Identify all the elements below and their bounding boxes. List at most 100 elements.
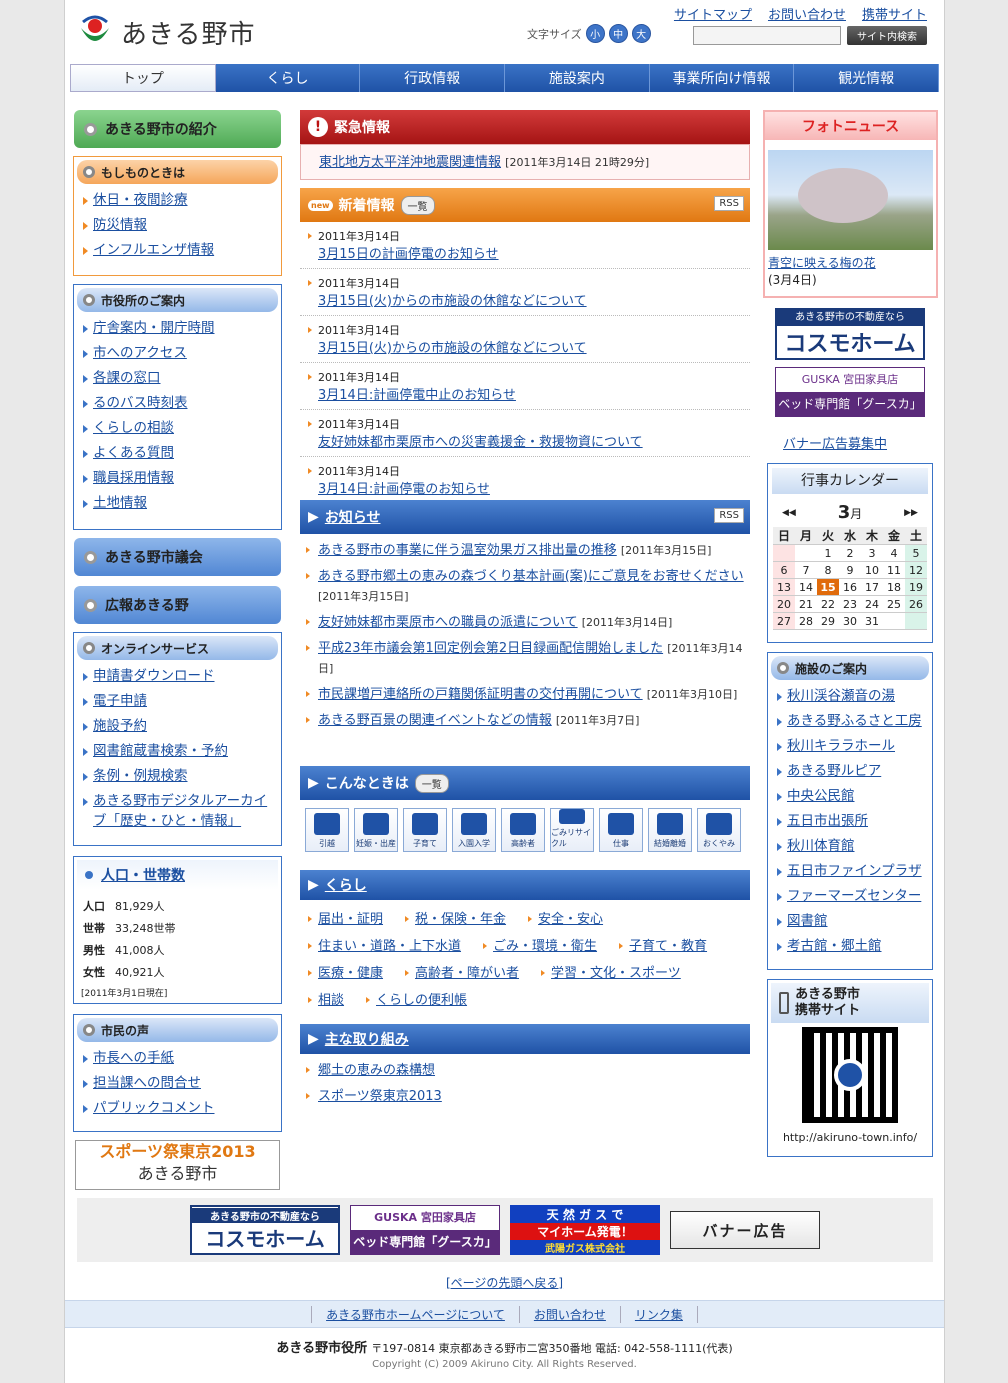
moving-icon[interactable]: 引越 <box>305 808 349 852</box>
news-link[interactable]: 3月15日の計画停電のお知らせ <box>318 246 750 264</box>
news-link[interactable]: 3月14日:計画停電のお知らせ <box>318 481 750 499</box>
about-site-link[interactable]: あきる野市ホームページについて <box>311 1305 519 1323</box>
calendar-day[interactable]: 10 <box>861 561 883 579</box>
list-item[interactable]: 届出・証明 <box>308 906 383 933</box>
notice-link[interactable]: 友好姉妹都市栗原市への職員の派遣について <box>318 615 578 630</box>
links-link[interactable]: リンク集 <box>619 1305 698 1323</box>
list-item[interactable]: 安全・安心 <box>528 906 603 933</box>
photo-caption[interactable]: 青空に映える梅の花 <box>768 250 933 271</box>
buyo-gas-banner[interactable]: 天 然 ガ ス で マイホーム発電！ 武陽ガス株式会社 <box>510 1205 660 1255</box>
population-title[interactable]: 人口・世帯数 <box>101 865 185 885</box>
calendar-day[interactable]: 30 <box>839 612 861 630</box>
cosmo-home-banner[interactable]: あきる野市の不動産なら コスモホーム <box>190 1205 340 1255</box>
guska-ad[interactable]: GUSKA 宮田家具店 ベッド専門館「グースカ」 <box>775 367 925 417</box>
news-link[interactable]: 3月14日:計画停電中止のお知らせ <box>318 387 750 405</box>
calendar-day[interactable]: 14 <box>795 578 817 596</box>
work-icon[interactable]: 仕事 <box>599 808 643 852</box>
calendar-day[interactable]: 5 <box>905 544 927 562</box>
list-item[interactable]: 防災情報 <box>81 213 278 238</box>
main-link[interactable]: スポーツ祭東京2013 <box>318 1089 442 1104</box>
calendar-day[interactable]: 18 <box>883 578 905 596</box>
new-list-button[interactable]: 一覧 <box>400 195 435 215</box>
calendar-day[interactable]: 8 <box>817 561 839 579</box>
contact-link[interactable]: お問い合わせ <box>768 4 846 23</box>
list-item[interactable]: 各課の窓口 <box>81 366 278 391</box>
list-item[interactable]: インフルエンザ情報 <box>81 238 278 263</box>
calendar-day[interactable]: 9 <box>839 561 861 579</box>
list-item[interactable]: くらしの相談 <box>81 416 278 441</box>
calendar-day[interactable]: 7 <box>795 561 817 579</box>
guska-banner[interactable]: GUSKA 宮田家具店 ベッド専門館「グースカ」 <box>350 1205 500 1255</box>
font-size-small-button[interactable]: 小 <box>585 24 605 43</box>
new-rss-button[interactable]: RSS <box>714 196 744 211</box>
list-item[interactable]: 中央公民館 <box>775 784 929 809</box>
banner-ad-slot[interactable]: バナー広告 <box>670 1211 820 1249</box>
notice-title[interactable]: お知らせ <box>325 507 381 527</box>
news-link[interactable]: 3月15日(火)からの市施設の休館などについて <box>318 293 750 311</box>
notice-link[interactable]: あきる野市郷土の恵みの森づくり基本計画(案)にご意見をお寄せください <box>318 569 744 584</box>
notice-link[interactable]: 市民課増戸連絡所の戸籍関係証明書の交付再開について <box>318 687 643 702</box>
calendar-day[interactable]: 12 <box>905 561 927 579</box>
list-item[interactable]: 施設予約 <box>81 714 278 739</box>
banner-recruit-link[interactable]: バナー広告募集中 <box>783 437 887 452</box>
calendar-next-button[interactable]: ▶▶ <box>904 508 918 518</box>
list-item[interactable]: 条例・例規検索 <box>81 764 278 789</box>
calendar-day[interactable]: 22 <box>817 595 839 613</box>
list-item[interactable]: 職員採用情報 <box>81 466 278 491</box>
kurashi-title[interactable]: くらし <box>325 875 367 895</box>
school-icon[interactable]: 入園入学 <box>452 808 496 852</box>
search-input[interactable] <box>693 26 841 45</box>
list-item[interactable]: くらしの便利帳 <box>366 987 467 1014</box>
elderly-icon[interactable]: 高齢者 <box>501 808 545 852</box>
list-item[interactable]: 相談 <box>308 987 344 1014</box>
calendar-day[interactable]: 1 <box>817 544 839 562</box>
list-item[interactable]: るのバス時刻表 <box>81 391 278 416</box>
list-item[interactable]: あきる野ルピア <box>775 759 929 784</box>
list-item[interactable]: 医療・健康 <box>308 960 383 987</box>
nav-top[interactable]: トップ <box>70 64 216 92</box>
marriage-icon[interactable]: 結婚離婚 <box>648 808 692 852</box>
font-size-large-button[interactable]: 大 <box>631 24 651 43</box>
nav-kurashi[interactable]: くらし <box>215 64 361 92</box>
assembly-button[interactable]: あきる野市議会 <box>74 538 281 576</box>
news-link[interactable]: 友好姉妹都市栗原市への災害義援金・救援物資について <box>318 434 750 452</box>
condolence-icon[interactable]: おくやみ <box>697 808 741 852</box>
calendar-day[interactable]: 6 <box>773 561 795 579</box>
site-logo[interactable]: あきる野市 <box>77 14 255 50</box>
recycle-icon[interactable]: ごみリサイクル <box>550 808 594 852</box>
list-item[interactable]: 税・保険・年金 <box>405 906 506 933</box>
list-item[interactable]: 市長への手紙 <box>81 1046 278 1071</box>
calendar-prev-button[interactable]: ◀◀ <box>782 508 796 518</box>
list-item[interactable]: 秋川体育館 <box>775 834 929 859</box>
notice-link[interactable]: あきる野市の事業に伴う温室効果ガス排出量の推移 <box>318 543 617 558</box>
list-item[interactable]: あきる野ふるさと工房 <box>775 709 929 734</box>
calendar-day[interactable]: 24 <box>861 595 883 613</box>
calendar-day[interactable]: 4 <box>883 544 905 562</box>
notice-link[interactable]: あきる野百景の関連イベントなどの情報 <box>318 713 552 728</box>
list-item[interactable]: 土地情報 <box>81 491 278 516</box>
calendar-day[interactable]: 26 <box>905 595 927 613</box>
list-item[interactable]: 秋川渓谷瀬音の湯 <box>775 684 929 709</box>
calendar-day[interactable]: 31 <box>861 612 883 630</box>
calendar-day[interactable]: 2 <box>839 544 861 562</box>
back-to-top-link[interactable]: [ページの先頭へ戻る] <box>446 1276 563 1290</box>
list-item[interactable]: 休日・夜間診療 <box>81 188 278 213</box>
footer-contact-link[interactable]: お問い合わせ <box>518 1305 620 1323</box>
list-item[interactable]: よくある質問 <box>81 441 278 466</box>
list-item[interactable]: 図書館 <box>775 909 929 934</box>
main-title[interactable]: 主な取り組み <box>325 1029 409 1049</box>
list-item[interactable]: 申請書ダウンロード <box>81 664 278 689</box>
nav-kanko[interactable]: 観光情報 <box>794 64 940 92</box>
calendar-day[interactable]: 3 <box>861 544 883 562</box>
sports-banner[interactable]: スポーツ祭東京2013 あきる野市 <box>75 1140 280 1190</box>
list-item[interactable]: 住まい・道路・上下水道 <box>308 933 461 960</box>
list-item[interactable]: 子育て・教育 <box>619 933 707 960</box>
calendar-day[interactable]: 15 <box>817 578 839 596</box>
calendar-day[interactable]: 29 <box>817 612 839 630</box>
calendar-day[interactable]: 19 <box>905 578 927 596</box>
notice-rss-button[interactable]: RSS <box>714 508 744 523</box>
list-item[interactable]: 市へのアクセス <box>81 341 278 366</box>
urgent-link[interactable]: 東北地方太平洋沖地震関連情報 <box>319 155 501 170</box>
calendar-day[interactable]: 13 <box>773 578 795 596</box>
cosmo-home-ad[interactable]: あきる野市の不動産なら コスモホーム <box>775 308 925 360</box>
